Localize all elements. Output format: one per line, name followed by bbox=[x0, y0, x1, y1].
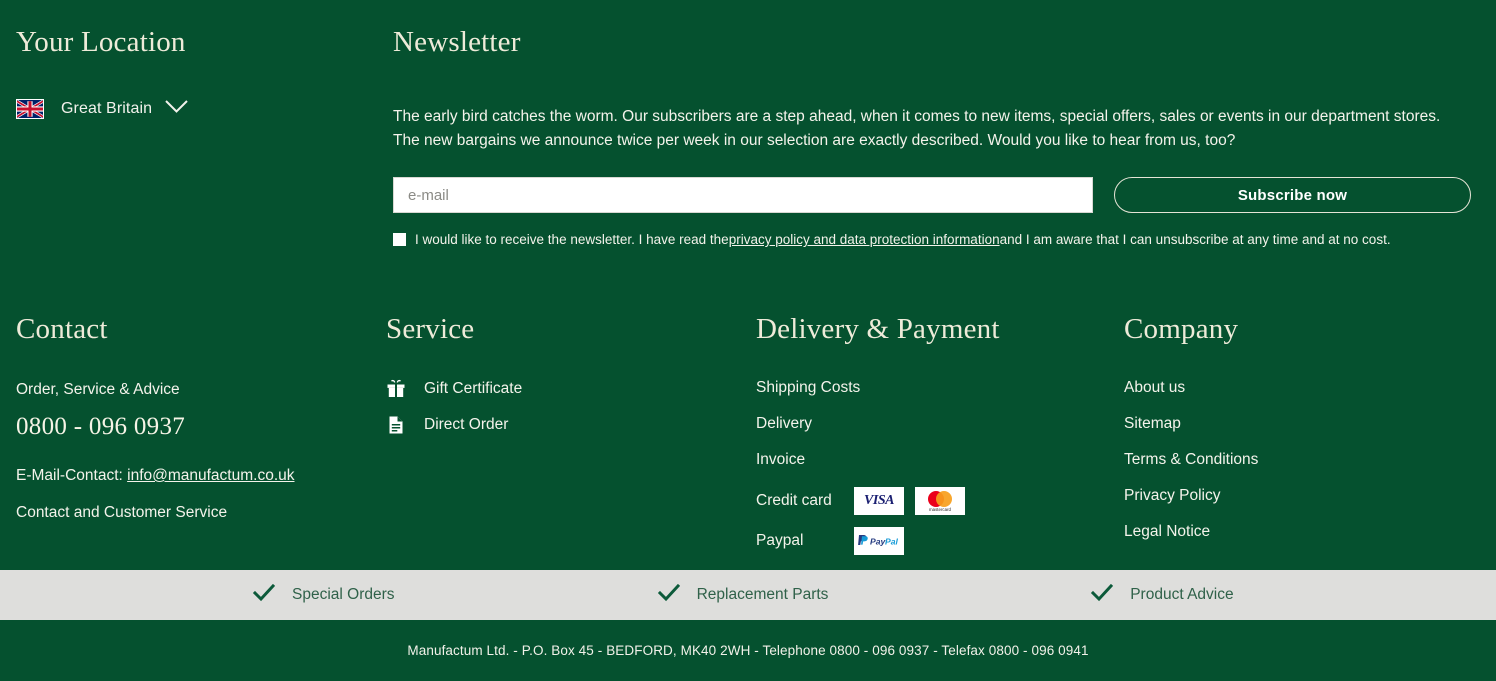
credit-card-row: Credit card VISA mastercard bbox=[756, 487, 1124, 515]
check-icon bbox=[1091, 583, 1114, 607]
delivery-link-invoice[interactable]: Invoice bbox=[756, 451, 805, 469]
paypal-label: Paypal bbox=[756, 532, 804, 549]
contact-body: Order, Service & Advice 0800 - 096 0937 … bbox=[16, 379, 386, 522]
gift-icon bbox=[386, 379, 408, 399]
company-address-text: Manufactum Ltd. - P.O. Box 45 - BEDFORD,… bbox=[407, 643, 1089, 658]
credit-card-badges: VISA mastercard bbox=[854, 487, 965, 515]
contact-heading: Contact bbox=[16, 313, 108, 345]
service-item-label: Gift Certificate bbox=[424, 380, 523, 397]
footer-link-columns: Contact Order, Service & Advice 0800 - 0… bbox=[0, 313, 1496, 567]
subscribe-button[interactable]: Subscribe now bbox=[1114, 177, 1471, 213]
service-heading: Service bbox=[386, 313, 475, 345]
email-input[interactable] bbox=[393, 177, 1093, 213]
check-icon bbox=[252, 583, 276, 607]
newsletter-description-line2: The new bargains we announce twice per w… bbox=[393, 132, 1236, 149]
credit-card-label: Credit card bbox=[756, 492, 832, 509]
consent-text-after: and I am aware that I can unsubscribe at… bbox=[999, 232, 1391, 247]
benefit-replacement-parts: Replacement Parts bbox=[499, 583, 998, 607]
delivery-link-delivery[interactable]: Delivery bbox=[756, 415, 812, 433]
contact-email-line: E-Mail-Contact: info@manufactum.co.uk bbox=[16, 467, 386, 485]
company-link-about-us[interactable]: About us bbox=[1124, 379, 1185, 397]
contact-email-prefix: E-Mail-Contact: bbox=[16, 467, 128, 484]
paypal-badges: Pay Pal bbox=[854, 527, 904, 555]
svg-text:mastercard: mastercard bbox=[929, 507, 952, 512]
paypal-logo: Pay Pal bbox=[854, 527, 904, 555]
service-item-label: Direct Order bbox=[424, 416, 509, 433]
contact-phone: 0800 - 096 0937 bbox=[16, 413, 186, 440]
check-icon bbox=[657, 583, 680, 607]
document-icon bbox=[386, 415, 408, 435]
company-column: Company About us Sitemap Terms & Conditi… bbox=[1124, 313, 1480, 567]
privacy-policy-link[interactable]: privacy policy and data protection infor… bbox=[729, 232, 1000, 247]
newsletter-heading: Newsletter bbox=[393, 26, 521, 58]
footer-bottom-bar: Manufactum Ltd. - P.O. Box 45 - BEDFORD,… bbox=[0, 620, 1496, 681]
company-link-legal-notice[interactable]: Legal Notice bbox=[1124, 523, 1210, 541]
site-footer: Your Location Great Britain Newsletter T… bbox=[0, 0, 1496, 681]
newsletter-consent: I would like to receive the newsletter. … bbox=[393, 232, 1480, 247]
newsletter-consent-checkbox[interactable] bbox=[393, 233, 406, 246]
newsletter-form: Subscribe now bbox=[393, 177, 1480, 213]
mastercard-logo: mastercard bbox=[915, 487, 965, 515]
benefits-bar: Special Orders Replacement Parts Product… bbox=[0, 570, 1496, 620]
company-link-privacy-policy[interactable]: Privacy Policy bbox=[1124, 487, 1220, 505]
benefit-label: Special Orders bbox=[292, 586, 395, 603]
country-label: Great Britain bbox=[61, 100, 153, 117]
contact-email-link[interactable]: info@manufactum.co.uk bbox=[127, 467, 294, 484]
chevron-down-icon bbox=[165, 100, 188, 118]
svg-text:Pal: Pal bbox=[885, 537, 899, 547]
benefit-label: Product Advice bbox=[1130, 586, 1234, 603]
service-column: Service Gift Certificate Direct Order bbox=[386, 313, 756, 567]
location-heading: Your Location bbox=[16, 26, 186, 58]
contact-customer-service-link[interactable]: Contact and Customer Service bbox=[16, 504, 227, 522]
country-selector[interactable]: Great Britain bbox=[16, 99, 188, 119]
service-body: Gift Certificate Direct Order bbox=[386, 379, 756, 435]
benefit-product-advice: Product Advice bbox=[997, 583, 1496, 607]
consent-text-before: I would like to receive the newsletter. … bbox=[415, 232, 729, 247]
company-link-terms-conditions[interactable]: Terms & Conditions bbox=[1124, 451, 1258, 469]
delivery-payment-column: Delivery & Payment Shipping Costs Delive… bbox=[756, 313, 1124, 567]
benefit-label: Replacement Parts bbox=[696, 586, 829, 603]
footer-top-section: Your Location Great Britain Newsletter T… bbox=[0, 0, 1496, 247]
contact-column: Contact Order, Service & Advice 0800 - 0… bbox=[16, 313, 386, 567]
location-column: Your Location Great Britain bbox=[16, 26, 388, 247]
visa-logo: VISA bbox=[854, 487, 904, 515]
delivery-payment-heading: Delivery & Payment bbox=[756, 313, 1000, 345]
newsletter-description-line1: The early bird catches the worm. Our sub… bbox=[393, 108, 1441, 125]
newsletter-column: Newsletter The early bird catches the wo… bbox=[388, 26, 1480, 247]
uk-flag-icon bbox=[16, 99, 44, 119]
service-item-direct-order[interactable]: Direct Order bbox=[386, 415, 508, 435]
delivery-link-shipping-costs[interactable]: Shipping Costs bbox=[756, 379, 860, 397]
delivery-payment-body: Shipping Costs Delivery Invoice Credit c… bbox=[756, 379, 1124, 555]
newsletter-description: The early bird catches the worm. Our sub… bbox=[393, 105, 1475, 153]
service-item-gift-certificate[interactable]: Gift Certificate bbox=[386, 379, 522, 399]
contact-subtitle: Order, Service & Advice bbox=[16, 381, 180, 398]
company-link-sitemap[interactable]: Sitemap bbox=[1124, 415, 1181, 433]
benefit-special-orders: Special Orders bbox=[0, 583, 499, 607]
company-body: About us Sitemap Terms & Conditions Priv… bbox=[1124, 379, 1480, 541]
paypal-row: Paypal Pay Pal bbox=[756, 527, 1124, 555]
company-heading: Company bbox=[1124, 313, 1239, 345]
